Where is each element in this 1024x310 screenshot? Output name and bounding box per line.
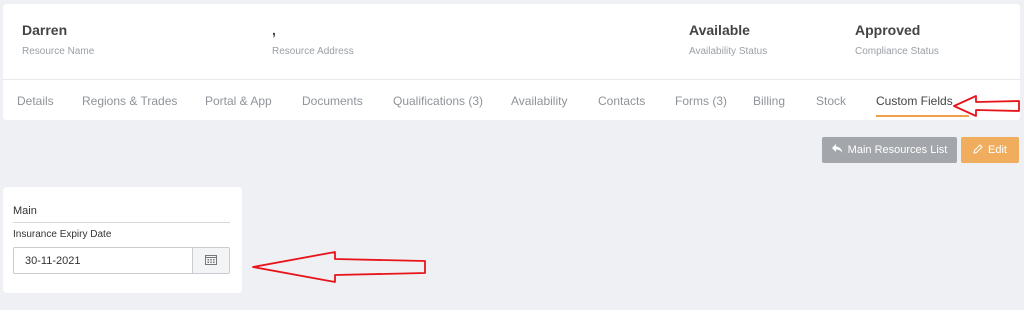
tab-forms[interactable]: Forms (3) bbox=[675, 93, 727, 109]
compliance-status-value: Approved bbox=[855, 22, 921, 38]
insurance-expiry-label: Insurance Expiry Date bbox=[13, 229, 112, 240]
availability-status: Available Availability Status bbox=[689, 21, 767, 58]
tab-qualifications[interactable]: Qualifications (3) bbox=[393, 93, 483, 109]
tab-stock[interactable]: Stock bbox=[816, 93, 846, 109]
resource-name-value: Darren bbox=[22, 22, 68, 38]
calendar-button[interactable] bbox=[192, 248, 229, 273]
resource-header: Darren Resource Name , Resource Address … bbox=[3, 4, 1020, 120]
resource-address-value: , bbox=[272, 22, 276, 38]
availability-status-label: Availability Status bbox=[689, 46, 768, 57]
annotation-arrow-field bbox=[252, 251, 426, 283]
resource-name-label: Resource Name bbox=[22, 46, 95, 57]
insurance-expiry-field bbox=[13, 247, 230, 274]
insurance-expiry-input[interactable] bbox=[14, 248, 194, 273]
resource-tabs: Details Regions & Trades Portal & App Do… bbox=[3, 80, 1020, 120]
compliance-status-label: Compliance Status bbox=[855, 46, 939, 57]
annotation-arrow-tab bbox=[953, 95, 1020, 117]
resource-address: , Resource Address bbox=[272, 21, 354, 58]
edit-label: Edit bbox=[988, 144, 1007, 156]
tab-billing[interactable]: Billing bbox=[753, 93, 785, 109]
tab-portal-app[interactable]: Portal & App bbox=[205, 93, 272, 109]
tab-availability[interactable]: Availability bbox=[511, 93, 567, 109]
availability-status-value: Available bbox=[689, 22, 750, 38]
resource-name: Darren Resource Name bbox=[22, 21, 94, 58]
section-title: Main bbox=[13, 205, 230, 223]
resource-summary: Darren Resource Name , Resource Address … bbox=[3, 4, 1020, 80]
tab-details[interactable]: Details bbox=[17, 93, 54, 109]
calendar-icon bbox=[205, 252, 217, 270]
tab-contacts[interactable]: Contacts bbox=[598, 93, 645, 109]
pencil-icon bbox=[973, 143, 983, 157]
tab-custom-fields[interactable]: Custom Fields bbox=[876, 93, 953, 109]
tab-documents[interactable]: Documents bbox=[302, 93, 363, 109]
resource-address-label: Resource Address bbox=[272, 46, 354, 57]
custom-fields-card: Main Insurance Expiry Date bbox=[3, 187, 242, 293]
compliance-status: Approved Compliance Status bbox=[855, 21, 939, 58]
tab-regions-trades[interactable]: Regions & Trades bbox=[82, 93, 177, 109]
main-resources-list-button[interactable]: Main Resources List bbox=[822, 137, 957, 163]
main-resources-list-label: Main Resources List bbox=[847, 144, 948, 156]
reply-icon bbox=[831, 144, 843, 156]
edit-button[interactable]: Edit bbox=[961, 137, 1019, 163]
